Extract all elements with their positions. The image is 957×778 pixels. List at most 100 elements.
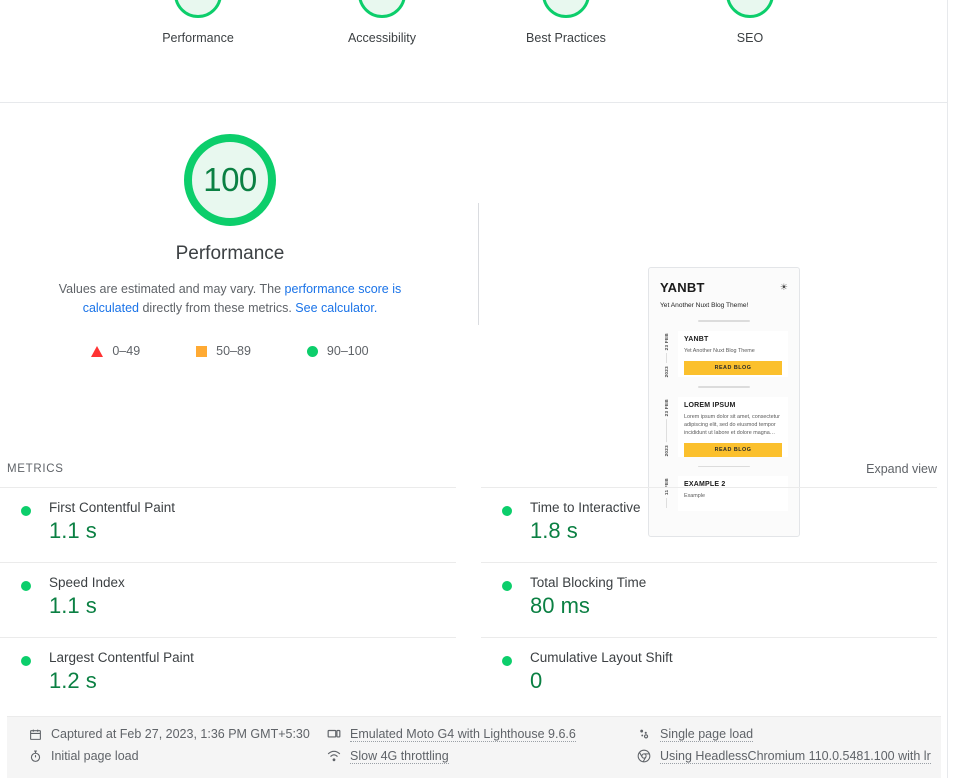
single-page-load-label[interactable]: Single page load <box>660 727 754 742</box>
thumbnail-divider <box>698 386 750 388</box>
stopwatch-icon <box>27 748 43 764</box>
gauge-value: 100 <box>368 0 396 4</box>
meta-item-emulation: Emulated Moto G4 with Lighthouse 9.6.6 <box>326 726 632 742</box>
legend-item-pass: 90–100 <box>306 344 369 358</box>
metric-value: 1.8 s <box>530 518 578 543</box>
circle-icon <box>306 345 318 357</box>
thumbnail-post-date: 23 FEB 2023 <box>660 397 673 457</box>
pass-circle-icon <box>502 581 512 591</box>
sun-icon: ☀ <box>779 282 788 292</box>
metric-value: 1.1 s <box>49 593 97 618</box>
meta-item-captured: Captured at Feb 27, 2023, 1:36 PM GMT+5:… <box>27 726 320 742</box>
metric-name: Speed Index <box>49 575 125 590</box>
performance-category-section: 100 Performance Values are estimated and… <box>0 103 947 537</box>
metric-value: 0 <box>530 668 543 693</box>
meta-column-runtime: Single page load Using HeadlessChromium … <box>632 726 941 778</box>
single-page-load-icon <box>636 726 652 742</box>
performance-description: Values are estimated and may vary. The p… <box>30 280 430 318</box>
score-scale-strip: 100 Performance 100 Accessibility 100 Be… <box>0 0 947 103</box>
page-title: Performance <box>175 243 285 264</box>
read-blog-button: READ BLOG <box>684 360 782 375</box>
metrics-section-title: METRICS <box>7 463 64 475</box>
gauge-value: 100 <box>736 0 764 4</box>
gauge-seo: 100 <box>726 0 774 18</box>
gauge-value: 100 <box>184 0 212 4</box>
gauge-accessibility: 100 <box>358 0 406 18</box>
gauge-value: 100 <box>203 161 257 198</box>
thumbnail-brand: YANBT <box>660 280 705 295</box>
post-excerpt: Lorem ipsum dolor sit amet, consectetur … <box>684 413 780 436</box>
gauge-value: 100 <box>552 0 580 4</box>
score-item-best-practices[interactable]: 100 Best Practices <box>506 0 626 45</box>
metric-value: 80 ms <box>530 593 590 618</box>
score-label: Performance <box>162 31 234 45</box>
gauge-best-practices: 100 <box>542 0 590 18</box>
score-label: SEO <box>736 31 764 45</box>
metric-name: First Contentful Paint <box>49 500 176 515</box>
metrics-column-right: Time to Interactive 1.8 s Total Blocking… <box>481 487 937 712</box>
metric-row[interactable]: First Contentful Paint 1.1 s <box>0 487 456 562</box>
meta-column-device: Emulated Moto G4 with Lighthouse 9.6.6 S… <box>320 726 632 778</box>
report-content-frame: 100 Performance 100 Accessibility 100 Be… <box>0 0 948 778</box>
user-agent-description[interactable]: Using HeadlessChromium 110.0.5481.100 wi… <box>660 749 931 764</box>
post-heading: YANBT <box>684 335 709 343</box>
page-load-type: Initial page load <box>51 749 139 763</box>
metric-name: Largest Contentful Paint <box>49 650 194 665</box>
metric-value: 1.1 s <box>49 518 97 543</box>
metric-name: Total Blocking Time <box>530 575 647 590</box>
throttling-description[interactable]: Slow 4G throttling <box>350 749 449 764</box>
metric-name: Time to Interactive <box>530 500 641 515</box>
pass-circle-icon <box>502 506 512 516</box>
post-day: 23 FEB <box>664 332 669 350</box>
thumbnail-post-body: YANBT Yet Another Nuxt Blog Theme READ B… <box>678 330 788 378</box>
expand-view-toggle[interactable]: Expand view <box>866 462 937 476</box>
legend-item-average: 50–89 <box>196 344 251 358</box>
metric-row[interactable]: Speed Index 1.1 s <box>0 562 456 637</box>
post-year: 2023 <box>664 365 669 378</box>
metric-row[interactable]: Largest Contentful Paint 1.2 s <box>0 637 456 712</box>
metrics-grid: First Contentful Paint 1.1 s Speed Index… <box>0 487 947 712</box>
thumbnail-tagline: Yet Another Nuxt Blog Theme! <box>660 302 749 309</box>
score-label: Accessibility <box>347 31 417 45</box>
thumbnail-post-body: LOREM IPSUM Lorem ipsum dolor sit amet, … <box>678 396 788 457</box>
thumbnail-site-header: YANBT ☀ <box>660 280 788 295</box>
see-calculator-link[interactable]: See calculator. <box>295 301 377 315</box>
meta-item-page-load: Initial page load <box>27 748 320 764</box>
meta-column-capture: Captured at Feb 27, 2023, 1:36 PM GMT+5:… <box>7 726 320 778</box>
date-rule <box>666 419 667 443</box>
triangle-icon <box>91 345 104 357</box>
metric-row[interactable]: Cumulative Layout Shift 0 <box>481 637 937 712</box>
metrics-header: METRICS Expand view <box>0 451 947 487</box>
network-icon <box>326 748 342 764</box>
post-day: 23 FEB <box>664 398 669 417</box>
metrics-column-left: First Contentful Paint 1.1 s Speed Index… <box>0 487 456 712</box>
lighthouse-report: 100 Performance 100 Accessibility 100 Be… <box>0 0 957 778</box>
pass-circle-icon <box>21 656 31 666</box>
emulation-description[interactable]: Emulated Moto G4 with Lighthouse 9.6.6 <box>350 727 576 742</box>
gauge-performance: 100 <box>174 0 222 18</box>
meta-item-throttling: Slow 4G throttling <box>326 748 632 764</box>
metric-name: Cumulative Layout Shift <box>530 650 673 665</box>
score-legend: 0–49 50–89 90–100 <box>91 344 369 358</box>
gauge-performance-large: 100 <box>184 134 276 226</box>
legend-range: 90–100 <box>326 344 369 358</box>
calendar-icon <box>27 726 43 742</box>
section-vertical-divider <box>478 203 479 325</box>
description-text-mid: directly from these metrics. <box>139 301 296 315</box>
pass-circle-icon <box>21 506 31 516</box>
pass-circle-icon <box>502 656 512 666</box>
score-item-accessibility[interactable]: 100 Accessibility <box>322 0 442 45</box>
date-rule <box>666 352 667 363</box>
metric-row[interactable]: Time to Interactive 1.8 s <box>481 487 937 562</box>
score-item-seo[interactable]: 100 SEO <box>690 0 810 45</box>
environment-metadata-bar: Captured at Feb 27, 2023, 1:36 PM GMT+5:… <box>7 716 941 778</box>
thumbnail-post-item: 23 FEB 2023 LOREM IPSUM Lorem ipsum dolo… <box>660 396 788 457</box>
square-icon <box>196 345 208 357</box>
metric-row[interactable]: Total Blocking Time 80 ms <box>481 562 937 637</box>
captured-timestamp: Captured at Feb 27, 2023, 1:36 PM GMT+5:… <box>51 727 310 741</box>
legend-range: 0–49 <box>112 344 141 358</box>
legend-item-fail: 0–49 <box>91 344 140 358</box>
description-text-pre: Values are estimated and may vary. The <box>58 282 285 296</box>
chrome-icon <box>636 748 652 764</box>
score-item-performance[interactable]: 100 Performance <box>138 0 258 45</box>
